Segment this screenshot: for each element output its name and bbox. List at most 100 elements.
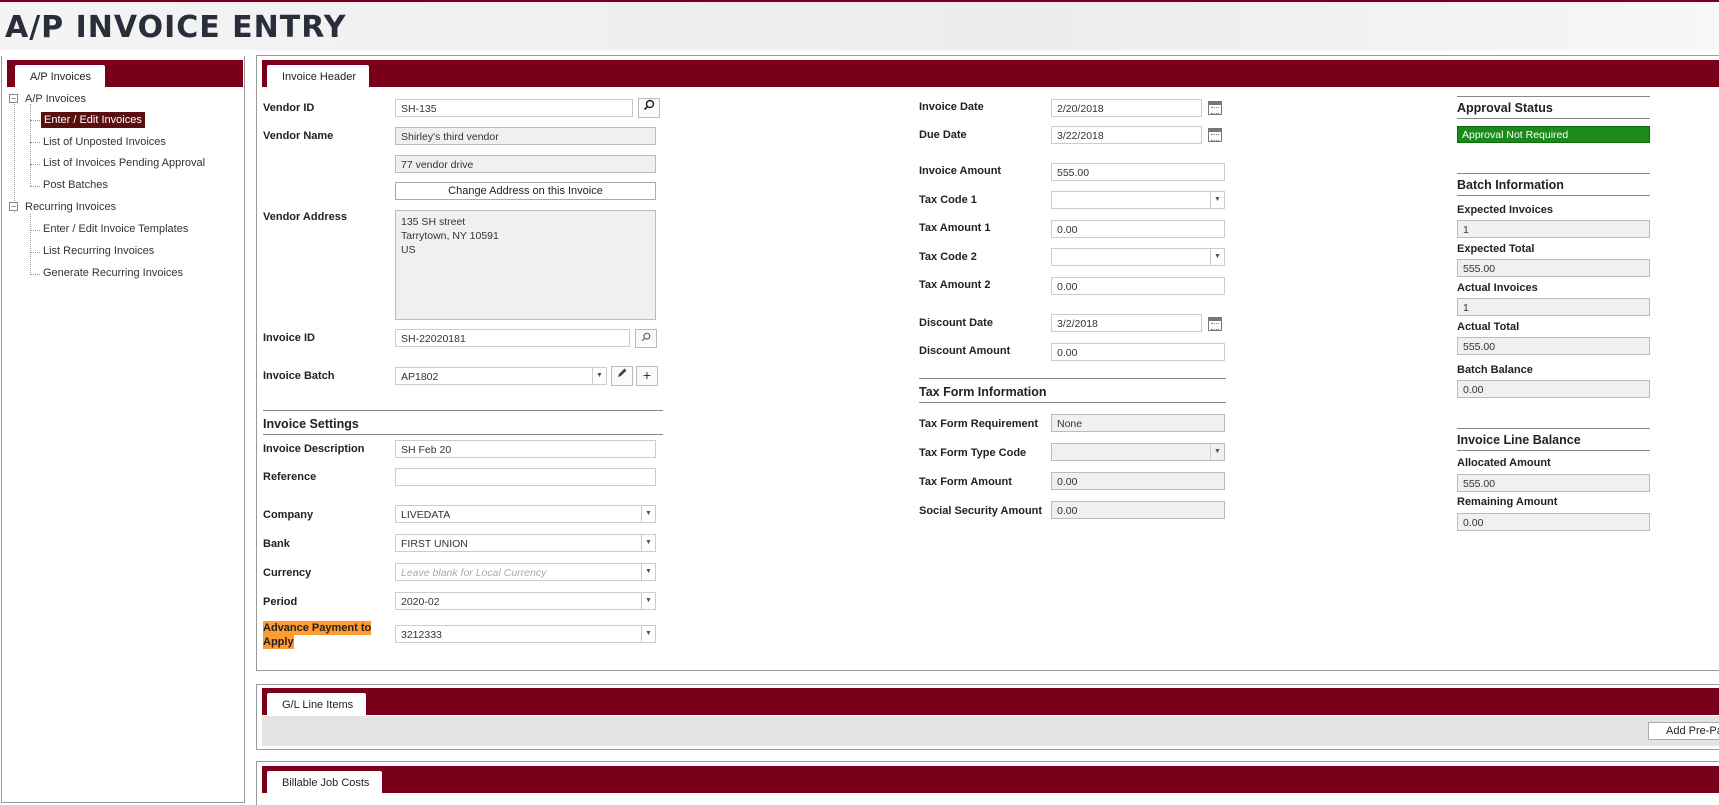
calendar-icon[interactable] xyxy=(1208,317,1222,331)
invoice-amount-input[interactable]: 555.00 xyxy=(1051,163,1225,181)
vendor-name-label: Vendor Name xyxy=(263,130,334,142)
vendor-search-button[interactable] xyxy=(638,98,660,118)
tree-item-list-pending-approval[interactable]: List of Invoices Pending Approval xyxy=(43,157,205,169)
tax-amount-1-label: Tax Amount 1 xyxy=(919,222,991,234)
tree-item-enter-edit-invoices[interactable]: Enter / Edit Invoices xyxy=(41,112,145,128)
currency-select[interactable]: Leave blank for Local Currency ▼ xyxy=(395,563,656,581)
tree-item-list-unposted[interactable]: List of Unposted Invoices xyxy=(43,136,166,148)
tab-invoice-header[interactable]: Invoice Header xyxy=(267,65,369,87)
tab-ap-invoices[interactable]: A/P Invoices xyxy=(15,65,105,87)
tree-line xyxy=(30,104,31,186)
change-address-button[interactable]: Change Address on this Invoice xyxy=(395,182,656,200)
tax-amount-2-input[interactable]: 0.00 xyxy=(1051,277,1225,295)
add-batch-button[interactable]: + xyxy=(636,366,658,386)
search-icon xyxy=(641,332,651,342)
tree-item-post-batches[interactable]: Post Batches xyxy=(43,179,108,191)
tree-line xyxy=(30,274,40,275)
calendar-icon[interactable] xyxy=(1208,128,1222,142)
period-label: Period xyxy=(263,596,298,608)
allocated-amount-field: 555.00 xyxy=(1457,474,1650,492)
tree-line xyxy=(30,120,40,121)
gl-tabbar: G/L Line Items xyxy=(262,688,1719,715)
tax-form-requirement-label: Tax Form Requirement xyxy=(919,418,1038,430)
address-line: Tarrytown, NY 10591 xyxy=(401,230,499,242)
tax-amount-1-input[interactable]: 0.00 xyxy=(1051,220,1225,238)
chevron-down-icon[interactable]: ▼ xyxy=(641,506,655,522)
currency-placeholder: Leave blank for Local Currency xyxy=(401,567,547,579)
tax-form-amount-label: Tax Form Amount xyxy=(919,476,1012,488)
invoice-date-input[interactable]: 2/20/2018 xyxy=(1051,99,1202,117)
discount-amount-label: Discount Amount xyxy=(919,345,1011,357)
invoice-amount-label: Invoice Amount xyxy=(919,165,1002,177)
advance-payment-label: Advance Payment to xyxy=(263,621,372,635)
batch-information-heading: Batch Information xyxy=(1457,173,1650,196)
discount-date-label: Discount Date xyxy=(919,317,993,329)
advance-payment-label-line: Advance Payment to xyxy=(263,622,372,634)
chevron-down-icon[interactable]: ▼ xyxy=(641,535,655,551)
calendar-icon[interactable] xyxy=(1208,101,1222,115)
collapse-icon[interactable]: − xyxy=(9,94,18,103)
tax-form-type-code-select[interactable]: ▼ xyxy=(1051,443,1225,461)
company-select[interactable]: LIVEDATA ▼ xyxy=(395,505,656,523)
discount-amount-input[interactable]: 0.00 xyxy=(1051,343,1225,361)
tab-gl-line-items[interactable]: G/L Line Items xyxy=(267,693,366,715)
vendor-id-label: Vendor ID xyxy=(263,102,315,114)
chevron-down-icon[interactable]: ▼ xyxy=(1210,444,1224,460)
bank-select[interactable]: FIRST UNION ▼ xyxy=(395,534,656,552)
gl-line-items-panel: G/L Line Items Add Pre-Pai xyxy=(256,684,1719,750)
chevron-down-icon[interactable]: ▼ xyxy=(641,626,655,642)
chevron-down-icon[interactable]: ▼ xyxy=(592,368,606,384)
company-label: Company xyxy=(263,509,314,521)
due-date-label: Due Date xyxy=(919,129,967,141)
invoice-id-label: Invoice ID xyxy=(263,332,315,344)
discount-date-input[interactable]: 3/2/2018 xyxy=(1051,314,1202,332)
social-security-amount-field: 0.00 xyxy=(1051,501,1225,519)
edit-batch-button[interactable] xyxy=(611,366,633,386)
chevron-down-icon[interactable]: ▼ xyxy=(1210,192,1224,208)
invoice-id-input[interactable]: SH-22020181 xyxy=(395,329,630,347)
batch-balance-label: Batch Balance xyxy=(1457,364,1533,376)
chevron-down-icon[interactable]: ▼ xyxy=(641,593,655,609)
period-select[interactable]: 2020-02 ▼ xyxy=(395,592,656,610)
title-bar: A/P INVOICE ENTRY xyxy=(0,0,1719,50)
tree-line xyxy=(30,164,40,165)
invoice-batch-value: AP1802 xyxy=(401,371,439,383)
vendor-id-input[interactable]: SH-135 xyxy=(395,99,633,117)
tax-form-heading: Tax Form Information xyxy=(919,378,1226,403)
tab-billable-job-costs[interactable]: Billable Job Costs xyxy=(267,771,382,793)
remaining-amount-field: 0.00 xyxy=(1457,513,1650,531)
tree-item-invoice-templates[interactable]: Enter / Edit Invoice Templates xyxy=(43,223,188,235)
invoice-description-input[interactable]: SH Feb 20 xyxy=(395,440,656,458)
chevron-down-icon[interactable]: ▼ xyxy=(1210,249,1224,265)
reference-input[interactable] xyxy=(395,468,656,486)
tree-item-generate-recurring[interactable]: Generate Recurring Invoices xyxy=(43,267,183,279)
tree-group-ap-invoices[interactable]: A/P Invoices xyxy=(25,93,86,105)
tax-code-1-select[interactable]: ▼ xyxy=(1051,191,1225,209)
tree-item-list-recurring[interactable]: List Recurring Invoices xyxy=(43,245,154,257)
tax-code-1-label: Tax Code 1 xyxy=(919,194,977,206)
add-prepaid-button[interactable]: Add Pre-Pai xyxy=(1648,722,1719,740)
allocated-amount-label: Allocated Amount xyxy=(1457,457,1551,469)
due-date-input[interactable]: 3/22/2018 xyxy=(1051,126,1202,144)
collapse-icon[interactable]: − xyxy=(9,202,18,211)
actual-total-label: Actual Total xyxy=(1457,321,1520,333)
page-title: A/P INVOICE ENTRY xyxy=(5,10,347,45)
address-line: 135 SH street xyxy=(401,216,466,228)
tree-line xyxy=(14,104,15,213)
advance-payment-select[interactable]: 3212333 ▼ xyxy=(395,625,656,643)
vendor-name-field: Shirley's third vendor xyxy=(395,127,656,145)
invoice-description-label: Invoice Description xyxy=(263,443,365,455)
tree-group-recurring-invoices[interactable]: Recurring Invoices xyxy=(25,201,116,213)
invoice-search-button[interactable] xyxy=(635,329,657,348)
left-nav-tabbar: A/P Invoices xyxy=(7,60,243,87)
reference-label: Reference xyxy=(263,471,317,483)
tax-code-2-select[interactable]: ▼ xyxy=(1051,248,1225,266)
actual-invoices-field: 1 xyxy=(1457,298,1650,316)
tax-form-requirement-field: None xyxy=(1051,414,1225,432)
chevron-down-icon[interactable]: ▼ xyxy=(641,564,655,580)
expected-total-label: Expected Total xyxy=(1457,243,1535,255)
invoice-batch-select[interactable]: AP1802 ▼ xyxy=(395,367,607,385)
batch-balance-field: 0.00 xyxy=(1457,380,1650,398)
expected-invoices-label: Expected Invoices xyxy=(1457,204,1553,216)
tree-line xyxy=(30,252,40,253)
